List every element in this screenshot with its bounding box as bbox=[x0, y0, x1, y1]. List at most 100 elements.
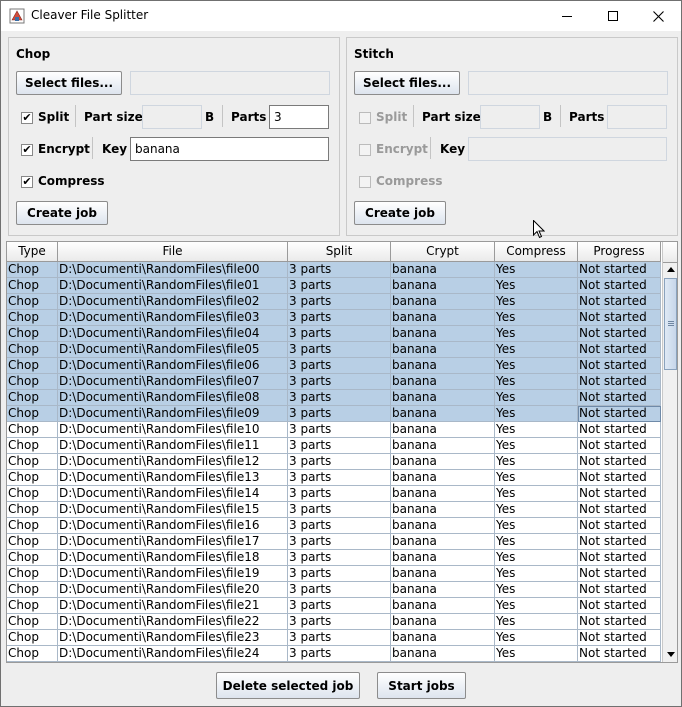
table-row[interactable]: Chop D:\Documenti\RandomFiles\file07 3 par… bbox=[7, 374, 661, 390]
table-cell: Not started bbox=[578, 582, 661, 598]
table-cell: Yes bbox=[495, 374, 578, 390]
table-cell: Chop bbox=[7, 294, 58, 310]
table-row[interactable]: Chop D:\Documenti\RandomFiles\file14 3 par… bbox=[7, 486, 661, 502]
table-row[interactable]: Chop D:\Documenti\RandomFiles\file06 3 par… bbox=[7, 358, 661, 374]
table-cell: Chop bbox=[7, 422, 58, 438]
table-row[interactable]: Chop D:\Documenti\RandomFiles\file20 3 par… bbox=[7, 582, 661, 598]
scroll-down-button[interactable] bbox=[663, 647, 677, 662]
table-cell: Not started bbox=[578, 358, 661, 374]
table-cell: Chop bbox=[7, 406, 58, 422]
scrollbar-thumb[interactable] bbox=[664, 278, 677, 370]
table-row[interactable]: Chop D:\Documenti\RandomFiles\file03 3 par… bbox=[7, 310, 661, 326]
table-cell: D:\Documenti\RandomFiles\file05 bbox=[58, 342, 288, 358]
maximize-button[interactable] bbox=[590, 1, 636, 31]
table-cell: Chop bbox=[7, 646, 58, 662]
column-header[interactable]: Type bbox=[7, 242, 58, 261]
stitch-files-field[interactable] bbox=[468, 71, 668, 95]
table-cell: Chop bbox=[7, 262, 58, 278]
stitch-encrypt-checkbox[interactable] bbox=[359, 144, 371, 156]
chop-key-field[interactable]: banana bbox=[130, 137, 329, 161]
stitch-split-checkbox[interactable] bbox=[359, 112, 371, 124]
table-row[interactable]: Chop D:\Documenti\RandomFiles\file11 3 par… bbox=[7, 438, 661, 454]
table-cell: banana bbox=[391, 326, 495, 342]
table-cell: D:\Documenti\RandomFiles\file00 bbox=[58, 262, 288, 278]
table-cell: Yes bbox=[495, 422, 578, 438]
table-row[interactable]: Chop D:\Documenti\RandomFiles\file04 3 par… bbox=[7, 326, 661, 342]
stitch-parts-field[interactable] bbox=[607, 105, 667, 129]
table-row[interactable]: Chop D:\Documenti\RandomFiles\file05 3 par… bbox=[7, 342, 661, 358]
separator bbox=[222, 105, 223, 127]
table-cell: banana bbox=[391, 342, 495, 358]
table-cell: Yes bbox=[495, 406, 578, 422]
table-cell: Yes bbox=[495, 630, 578, 646]
table-cell: Not started bbox=[578, 630, 661, 646]
table-row[interactable]: Chop D:\Documenti\RandomFiles\file10 3 par… bbox=[7, 422, 661, 438]
column-header[interactable]: File bbox=[58, 242, 288, 261]
table-cell: Not started bbox=[578, 646, 661, 662]
table-cell: Chop bbox=[7, 518, 58, 534]
chop-part-size-field[interactable] bbox=[142, 105, 202, 129]
table-row[interactable]: Chop D:\Documenti\RandomFiles\file09 3 par… bbox=[7, 406, 661, 422]
table-row[interactable]: Chop D:\Documenti\RandomFiles\file01 3 par… bbox=[7, 278, 661, 294]
column-header[interactable]: Progress bbox=[578, 242, 661, 261]
table-cell: Not started bbox=[578, 614, 661, 630]
table-row[interactable]: Chop D:\Documenti\RandomFiles\file13 3 par… bbox=[7, 470, 661, 486]
chop-select-files-button[interactable]: Select files... bbox=[16, 71, 122, 95]
table-cell: banana bbox=[391, 422, 495, 438]
column-header[interactable]: Compress bbox=[495, 242, 578, 261]
table-row[interactable]: Chop D:\Documenti\RandomFiles\file08 3 par… bbox=[7, 390, 661, 406]
table-cell: D:\Documenti\RandomFiles\file16 bbox=[58, 518, 288, 534]
start-jobs-button[interactable]: Start jobs bbox=[377, 672, 466, 699]
table-row[interactable]: Chop D:\Documenti\RandomFiles\file21 3 par… bbox=[7, 598, 661, 614]
table-row[interactable]: Chop D:\Documenti\RandomFiles\file22 3 par… bbox=[7, 614, 661, 630]
separator bbox=[560, 105, 561, 127]
chop-parts-field[interactable]: 3 bbox=[269, 105, 329, 129]
delete-selected-job-button[interactable]: Delete selected job bbox=[216, 672, 360, 699]
scroll-up-button[interactable] bbox=[663, 262, 677, 277]
table-cell: 3 parts bbox=[288, 566, 391, 582]
table-row[interactable]: Chop D:\Documenti\RandomFiles\file15 3 par… bbox=[7, 502, 661, 518]
stitch-part-size-field[interactable] bbox=[480, 105, 540, 129]
table-cell: Yes bbox=[495, 262, 578, 278]
vertical-scrollbar[interactable] bbox=[662, 242, 677, 662]
stitch-compress-checkbox[interactable] bbox=[359, 176, 371, 188]
table-cell: Not started bbox=[578, 598, 661, 614]
table-row[interactable]: Chop D:\Documenti\RandomFiles\file12 3 par… bbox=[7, 454, 661, 470]
table-row[interactable]: Chop D:\Documenti\RandomFiles\file02 3 par… bbox=[7, 294, 661, 310]
table-cell: Yes bbox=[495, 278, 578, 294]
table-row[interactable]: Chop D:\Documenti\RandomFiles\file18 3 par… bbox=[7, 550, 661, 566]
table-cell: 3 parts bbox=[288, 406, 391, 422]
table-row[interactable]: Chop D:\Documenti\RandomFiles\file00 3 par… bbox=[7, 262, 661, 278]
chop-encrypt-checkbox[interactable]: ✔ bbox=[21, 144, 33, 156]
table-cell: Not started bbox=[578, 406, 661, 422]
chop-files-field[interactable] bbox=[130, 71, 330, 95]
chop-create-job-button[interactable]: Create job bbox=[16, 201, 108, 225]
chop-split-checkbox[interactable]: ✔ bbox=[21, 112, 33, 124]
table-cell: banana bbox=[391, 486, 495, 502]
stitch-encrypt-label: Encrypt bbox=[376, 142, 428, 156]
stitch-key-label: Key bbox=[440, 142, 466, 156]
stitch-select-files-button[interactable]: Select files... bbox=[354, 71, 460, 95]
table-row[interactable]: Chop D:\Documenti\RandomFiles\file24 3 par… bbox=[7, 646, 661, 662]
table-row[interactable]: Chop D:\Documenti\RandomFiles\file17 3 par… bbox=[7, 534, 661, 550]
stitch-create-job-button[interactable]: Create job bbox=[354, 201, 446, 225]
table-cell: Chop bbox=[7, 566, 58, 582]
table-cell: 3 parts bbox=[288, 262, 391, 278]
stitch-key-field[interactable] bbox=[468, 137, 667, 161]
close-button[interactable] bbox=[635, 1, 681, 31]
table-row[interactable]: Chop D:\Documenti\RandomFiles\file19 3 par… bbox=[7, 566, 661, 582]
table-cell: banana bbox=[391, 502, 495, 518]
table-row[interactable]: Chop D:\Documenti\RandomFiles\file23 3 par… bbox=[7, 630, 661, 646]
table-cell: D:\Documenti\RandomFiles\file01 bbox=[58, 278, 288, 294]
table-cell: Chop bbox=[7, 358, 58, 374]
table-cell: Yes bbox=[495, 566, 578, 582]
column-header[interactable]: Split bbox=[288, 242, 391, 261]
table-row[interactable]: Chop D:\Documenti\RandomFiles\file16 3 par… bbox=[7, 518, 661, 534]
chop-compress-checkbox[interactable]: ✔ bbox=[21, 176, 33, 188]
minimize-button[interactable] bbox=[544, 1, 590, 31]
table-cell: Yes bbox=[495, 550, 578, 566]
table-cell: D:\Documenti\RandomFiles\file20 bbox=[58, 582, 288, 598]
table-cell: D:\Documenti\RandomFiles\file23 bbox=[58, 630, 288, 646]
table-cell: Chop bbox=[7, 454, 58, 470]
column-header[interactable]: Crypt bbox=[391, 242, 495, 261]
